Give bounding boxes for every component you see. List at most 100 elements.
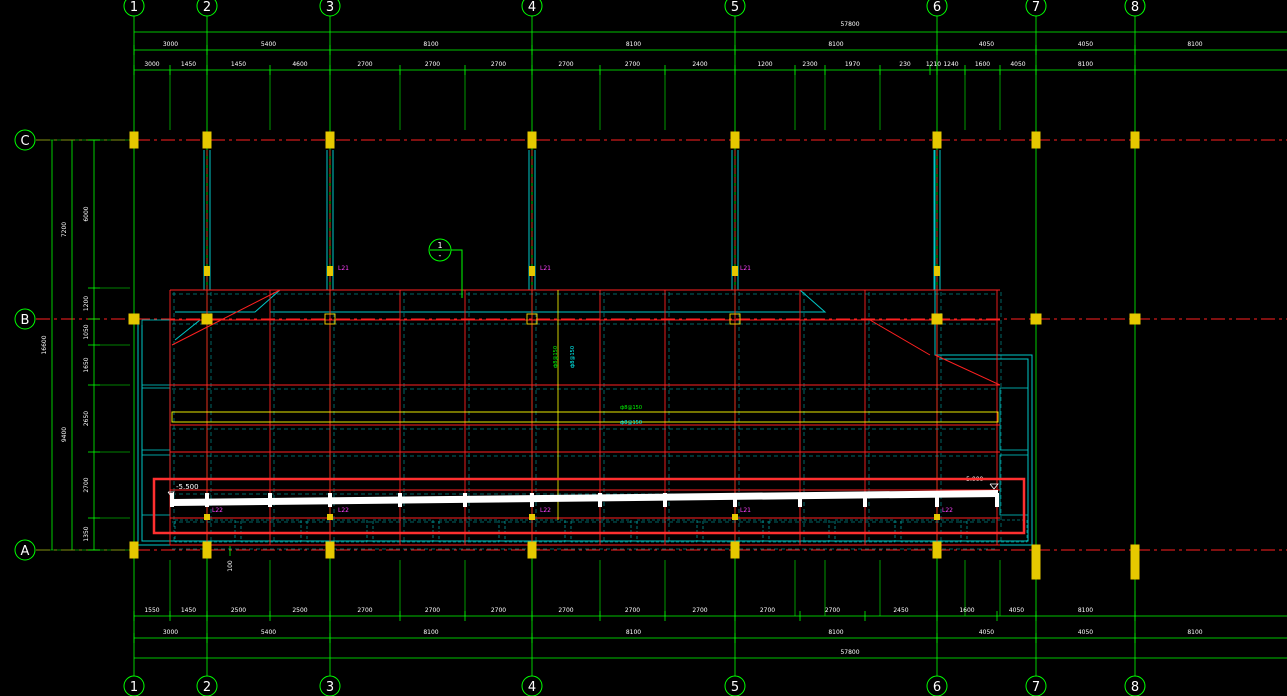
rebar-note-3: ф8@150 (620, 405, 642, 411)
cad-drawing: 1 - ф8@150 ф8@150 ф8@150 ф8@150 L21 L21 … (0, 0, 1287, 696)
dim-bottom-row1-text: 4050 (1078, 629, 1093, 636)
axis-bubble-label: 8 (1131, 0, 1139, 15)
beam-tag: L21 (540, 265, 551, 272)
dim-top-row2-text: 4050 (1010, 61, 1025, 68)
beam-tag: L21 (740, 507, 751, 514)
drawing-background (0, 0, 1287, 696)
column-small (934, 514, 940, 520)
dim-top-row2-text: 1450 (181, 61, 196, 68)
column (128, 313, 140, 325)
column (325, 131, 335, 149)
dim-bottom-row2-text: 2700 (491, 607, 506, 614)
column (201, 313, 213, 325)
dim-bottom-row2-text: 2700 (760, 607, 775, 614)
column (1030, 313, 1042, 325)
column (931, 313, 943, 325)
dim-left-inner-text: 2650 (83, 411, 90, 426)
dim-bottom-row1-text: 8100 (626, 629, 641, 636)
dim-top-row1-text: 5400 (261, 41, 276, 48)
section-marker-number: 1 (437, 241, 442, 250)
dim-top-row2-text: 2700 (357, 61, 372, 68)
dim-bottom-row2-text: 1600 (959, 607, 974, 614)
dim-top-row2-text: 1450 (231, 61, 246, 68)
column (527, 541, 537, 559)
dim-top-row2-text: 2400 (692, 61, 707, 68)
dim-top-row2-text: 1240 (943, 61, 958, 68)
dim-top-row2-text: 2700 (425, 61, 440, 68)
axis-bubble-label: 5 (731, 0, 739, 15)
dim-small-text: 100 (227, 560, 234, 572)
dim-top-row1-text: 4050 (979, 41, 994, 48)
column (1130, 131, 1140, 149)
dim-top-row1-text: 8100 (1187, 41, 1202, 48)
dim-bottom-row2-text: 2700 (825, 607, 840, 614)
dim-top-row2-text: 2700 (625, 61, 640, 68)
column (932, 541, 942, 559)
column (1129, 313, 1141, 325)
column (730, 541, 740, 559)
dim-top-row2-text: 2300 (802, 61, 817, 68)
dim-bottom-row1-text: 5400 (261, 629, 276, 636)
dim-left-inner-text: 1650 (83, 357, 90, 372)
dim-top-row2-text: 2700 (558, 61, 573, 68)
dim-bottom-row1-text: 8100 (423, 629, 438, 636)
dim-left-outer-text: 9400 (61, 427, 68, 442)
column-small (327, 514, 333, 520)
dim-top-row1-text: 8100 (626, 41, 641, 48)
dim-left-outer-text: 7200 (61, 222, 68, 237)
dim-bottom-row2-text: 2700 (425, 607, 440, 614)
column (527, 131, 537, 149)
dim-bottom-row1-text: 8100 (828, 629, 843, 636)
dim-left-inner-text: 1200 (83, 296, 90, 311)
axis-bubble-label: C (20, 134, 29, 149)
dim-top-row1-text: 3000 (163, 41, 178, 48)
column-small (732, 514, 738, 520)
column (932, 131, 942, 149)
beam-tag: L22 (212, 507, 223, 514)
column (202, 541, 212, 559)
dim-bottom-row2-text: 2700 (625, 607, 640, 614)
rebar-note-2: ф8@150 (570, 346, 576, 368)
dim-top-row1-text: 4050 (1078, 41, 1093, 48)
beam-tag: L22 (338, 507, 349, 514)
dim-bottom-row2-text: 4050 (1009, 607, 1024, 614)
axis-bubble-label: 1 (130, 0, 138, 15)
axis-bubble-label: 4 (528, 680, 536, 695)
dim-bottom-row1-text: 4050 (979, 629, 994, 636)
column (202, 131, 212, 149)
beam-tag: L22 (540, 507, 551, 514)
dim-left-inner-text: 1350 (83, 526, 90, 541)
rebar-note-4: ф8@150 (620, 420, 642, 426)
dim-bottom-row2-text: 2500 (292, 607, 307, 614)
dim-bottom-row2-text: 1550 (144, 607, 159, 614)
dim-top-row2-text: 1200 (757, 61, 772, 68)
column-small (529, 266, 535, 276)
dim-top-row2-text: 1210 (926, 61, 941, 68)
dim-top-row2-text: 8100 (1078, 61, 1093, 68)
axis-bubble-label: 2 (203, 0, 211, 15)
axis-bubble-label: 5 (731, 680, 739, 695)
dim-left-inner-text: 6000 (83, 206, 90, 221)
dim-bottom-row1-text: 3000 (163, 629, 178, 636)
dim-bottom-row2-text: 8100 (1078, 607, 1093, 614)
dim-overall-top-text: 57800 (840, 21, 859, 28)
axis-bubble-label: 4 (528, 0, 536, 15)
dim-top-row2-text: 1600 (975, 61, 990, 68)
dim-top-row2-text: 230 (899, 61, 911, 68)
dim-bottom-row2-text: 2450 (893, 607, 908, 614)
rebar-note-1: ф8@150 (553, 346, 559, 368)
dim-left-inner-text: 1050 (83, 324, 90, 339)
beam-tag: L21 (338, 265, 349, 272)
column-small (204, 514, 210, 520)
column (1130, 544, 1140, 580)
beam-tag: L21 (740, 265, 751, 272)
axis-bubble-label: 3 (326, 680, 334, 695)
dim-top-row2-text: 1970 (845, 61, 860, 68)
axis-bubble-label: A (21, 544, 30, 559)
column (1031, 131, 1041, 149)
dim-bottom-row1-text: 8100 (1187, 629, 1202, 636)
column-small (529, 514, 535, 520)
dim-bottom-row2-text: 2700 (357, 607, 372, 614)
axis-bubble-label: 3 (326, 0, 334, 15)
column-small (204, 266, 210, 276)
